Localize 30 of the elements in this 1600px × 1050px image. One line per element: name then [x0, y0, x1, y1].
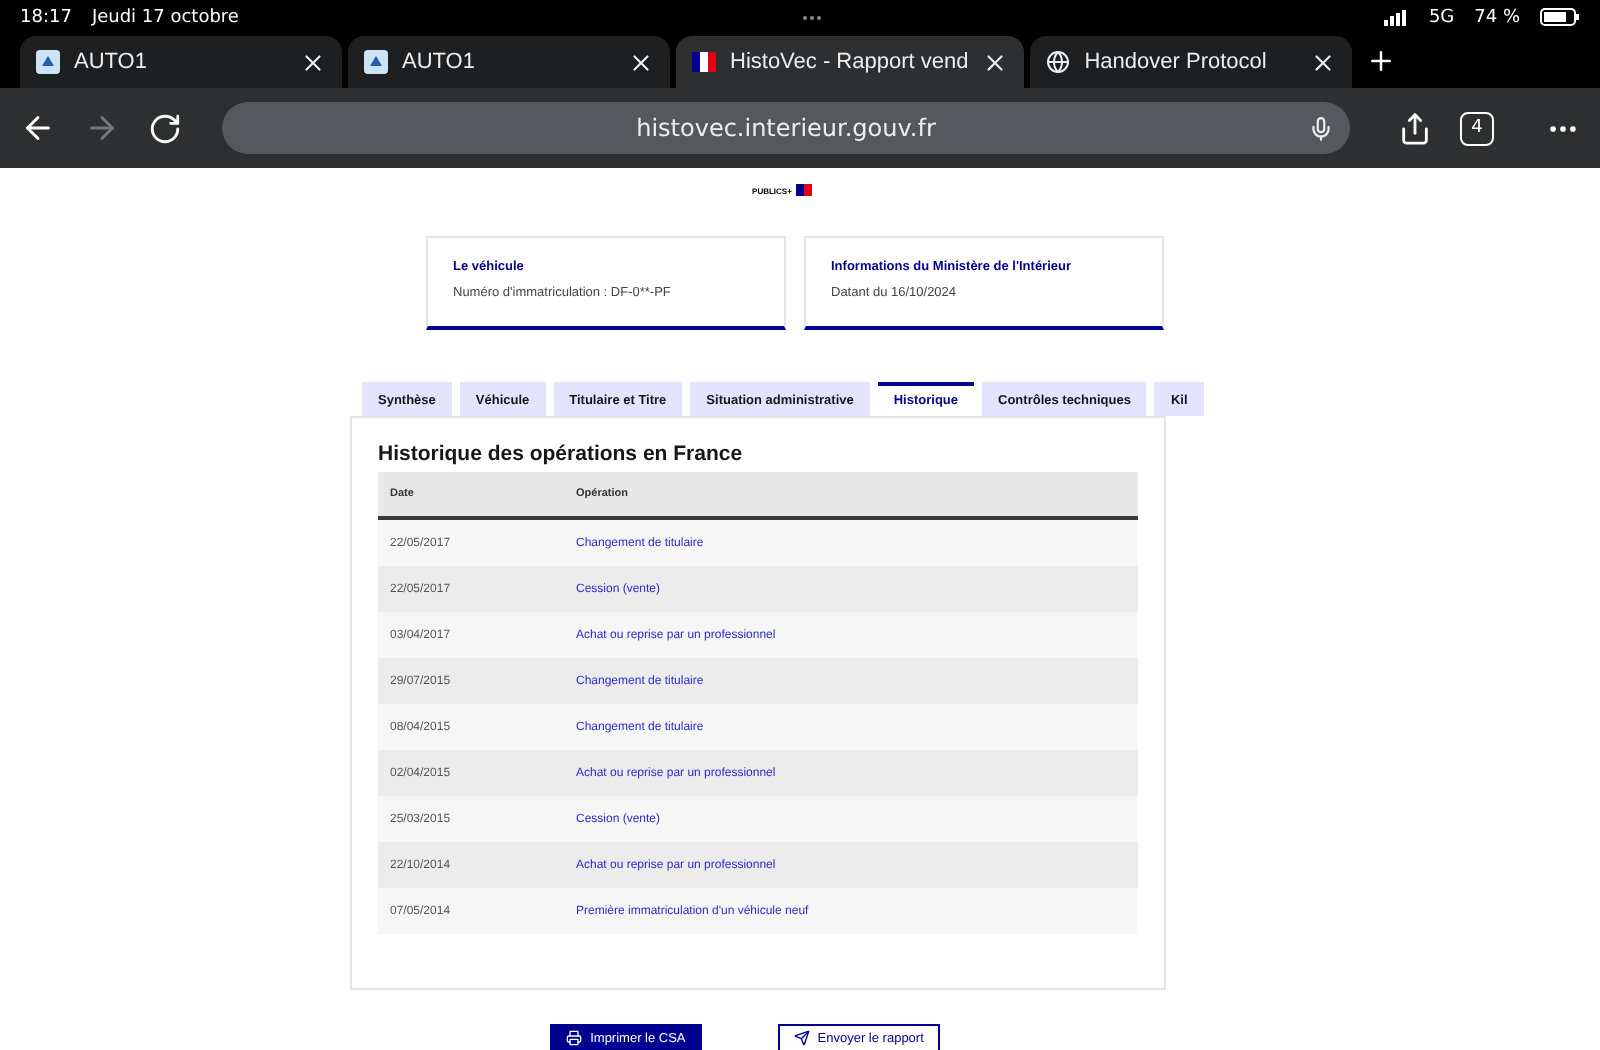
browser-tab[interactable]: Handover Protocol — [1030, 36, 1353, 88]
battery-icon — [1540, 8, 1581, 26]
app-icon — [364, 50, 388, 74]
status-date: Jeudi 17 octobre — [91, 7, 239, 27]
reload-icon[interactable] — [148, 111, 182, 145]
address-bar[interactable]: histovec.interieur.gouv.fr — [222, 102, 1350, 154]
status-time: 18:17 — [20, 7, 72, 27]
app-icon — [36, 50, 60, 74]
browser-tab[interactable]: AUTO1 — [348, 36, 670, 88]
network-label: 5G — [1428, 7, 1455, 27]
close-icon[interactable] — [300, 49, 326, 75]
section-title: Historique des opérations en France — [378, 442, 745, 466]
browser-tab[interactable]: AUTO1 — [20, 36, 342, 88]
send-icon — [793, 1030, 810, 1046]
close-icon[interactable] — [982, 49, 1009, 75]
signal-icon — [1384, 9, 1409, 25]
browser-tab[interactable]: HistoVec - Rapport vend — [676, 36, 1025, 88]
battery-percent: 74 % — [1474, 7, 1521, 27]
new-tab-icon[interactable] — [1366, 46, 1397, 76]
back-icon[interactable] — [20, 110, 56, 146]
close-icon[interactable] — [1310, 49, 1337, 75]
mic-icon[interactable] — [1308, 115, 1334, 141]
logo-icon — [795, 184, 812, 196]
globe-icon — [1046, 50, 1071, 74]
flag-icon — [692, 52, 716, 72]
forward-icon[interactable] — [84, 110, 120, 146]
close-icon[interactable] — [628, 49, 654, 75]
share-icon[interactable] — [1398, 111, 1432, 145]
printer-icon — [566, 1030, 583, 1046]
tab-count[interactable]: 4 — [1460, 111, 1494, 145]
